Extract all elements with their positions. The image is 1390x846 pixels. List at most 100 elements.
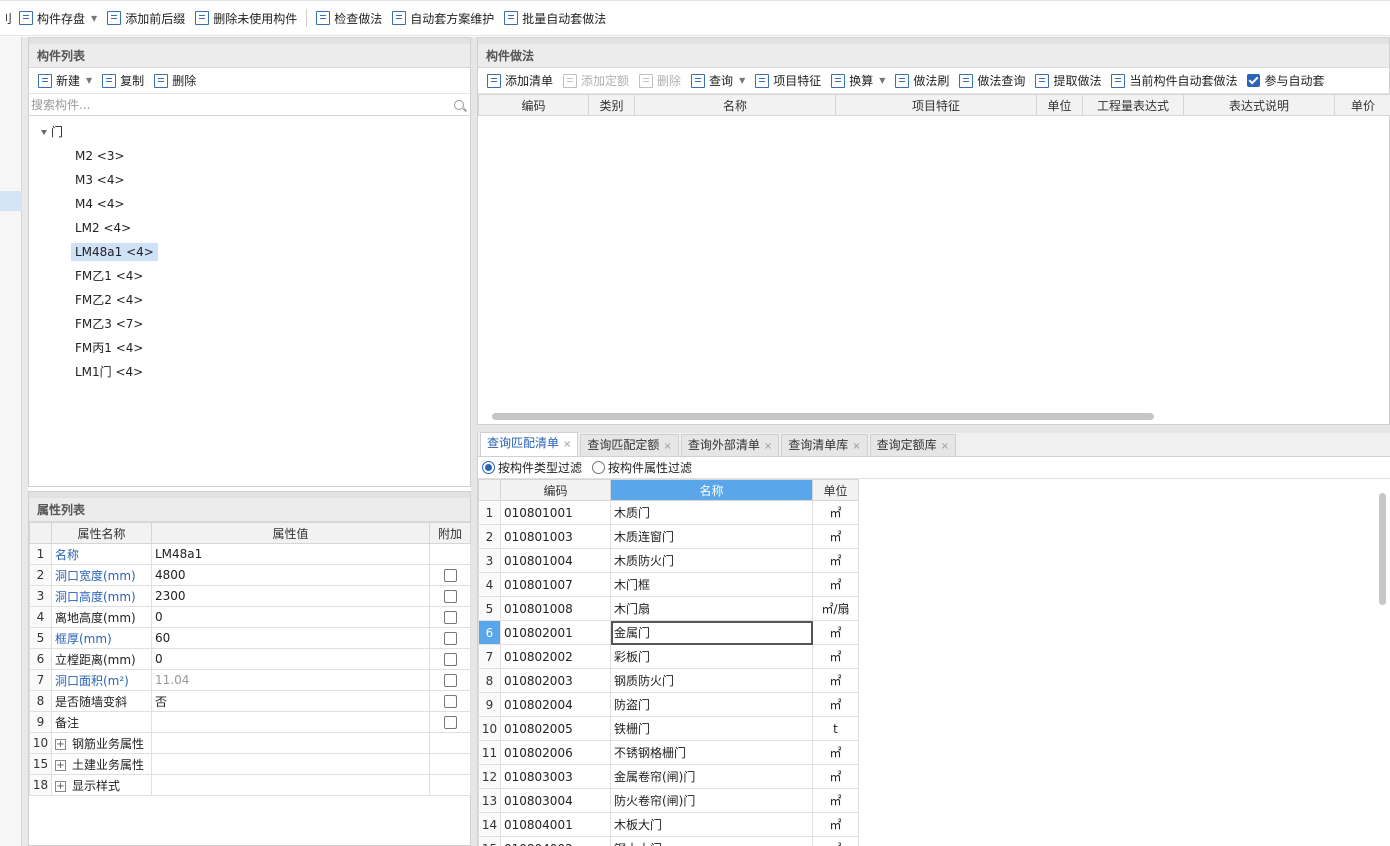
query-row[interactable]: 7 010802002 彩板门㎡ xyxy=(478,644,859,669)
property-row[interactable]: 10 + 钢筋业务属性 xyxy=(29,732,471,754)
current-auto-button[interactable]: 当前构件自动套做法 xyxy=(1106,69,1242,93)
filter-by-attribute[interactable]: 按构件属性过滤 xyxy=(592,459,692,476)
col-feature[interactable]: 项目特征 xyxy=(835,94,1037,116)
left-nav-selected[interactable] xyxy=(0,191,22,211)
col-expression-desc[interactable]: 表达式说明 xyxy=(1183,94,1335,116)
query-row[interactable]: 8 010802003 钢质防火门㎡ xyxy=(478,668,859,693)
feature-button[interactable]: 项目特征 xyxy=(750,69,826,93)
query-name[interactable]: 木门扇 xyxy=(610,596,813,621)
tree-item[interactable]: M3 <4> xyxy=(29,168,470,192)
query-row[interactable]: 15010804002钢木大门㎡ xyxy=(478,836,859,846)
query-name[interactable]: 金属卷帘(闸)门 xyxy=(610,764,813,789)
property-row[interactable]: 18 + 显示样式 xyxy=(29,774,471,796)
component-search-input[interactable]: 搜索构件... xyxy=(29,94,470,116)
query-row[interactable]: 3 010801004 木质防火门㎡ xyxy=(478,548,859,573)
query-code[interactable]: 010801007 xyxy=(500,572,611,597)
horizontal-scrollbar[interactable] xyxy=(492,413,1154,420)
attach-checkbox[interactable] xyxy=(443,674,457,687)
query-row[interactable]: 12 010803003 金属卷帘(闸)门㎡ xyxy=(478,764,859,789)
close-icon[interactable]: × xyxy=(852,441,860,452)
tree-item[interactable]: FM乙3 <7> xyxy=(29,312,470,336)
close-icon[interactable]: × xyxy=(663,441,671,452)
query-name[interactable]: 金属门 xyxy=(610,620,813,645)
property-row[interactable]: 5 框厚(mm) 60 xyxy=(29,627,471,649)
horizontal-splitter[interactable] xyxy=(477,425,1390,433)
query-unit[interactable]: ㎡ xyxy=(812,548,859,573)
property-value[interactable] xyxy=(151,774,430,796)
q-col-name[interactable]: 名称 xyxy=(610,479,813,501)
query-name[interactable]: 不锈钢格栅门 xyxy=(610,740,813,765)
close-icon[interactable]: × xyxy=(563,439,571,450)
col-expression[interactable]: 工程量表达式 xyxy=(1082,94,1184,116)
property-row[interactable]: 7 洞口面积(m²) 11.04 xyxy=(29,669,471,691)
left-navigation-strip[interactable] xyxy=(0,37,22,846)
property-row[interactable]: 6 立樘距离(mm) 0 xyxy=(29,648,471,670)
close-icon[interactable]: × xyxy=(764,441,772,452)
property-value[interactable]: 60 xyxy=(151,627,430,649)
property-name-cell[interactable]: 框厚(mm) xyxy=(51,627,152,649)
property-row[interactable]: 3 洞口高度(mm) 2300 xyxy=(29,585,471,607)
property-name-cell[interactable]: 离地高度(mm) xyxy=(51,606,152,628)
query-button[interactable]: 查询 ▼ xyxy=(686,69,750,93)
property-value[interactable] xyxy=(151,732,430,754)
query-unit[interactable]: ㎡ xyxy=(812,812,859,837)
query-unit[interactable]: ㎡ xyxy=(812,764,859,789)
property-row[interactable]: 4 离地高度(mm) 0 xyxy=(29,606,471,628)
attach-checkbox[interactable] xyxy=(443,611,457,624)
query-row[interactable]: 9 010802004 防盗门㎡ xyxy=(478,692,859,717)
property-name-cell[interactable]: 立樘距离(mm) xyxy=(51,648,152,670)
tree-item[interactable]: FM丙1 <4> xyxy=(29,336,470,360)
query-code[interactable]: 010804001 xyxy=(500,812,611,837)
col-code[interactable]: 编码 xyxy=(478,94,589,116)
add-prefix-button[interactable]: 添加前后缀 xyxy=(102,6,190,30)
query-code[interactable]: 010801004 xyxy=(500,548,611,573)
property-value[interactable]: 0 xyxy=(151,648,430,670)
query-row[interactable]: 5 010801008 木门扇 ㎡/扇 xyxy=(478,596,859,621)
query-code[interactable]: 010803004 xyxy=(500,788,611,813)
add-list-button[interactable]: 添加清单 xyxy=(482,69,558,93)
query-unit[interactable]: ㎡ xyxy=(812,620,859,645)
col-name[interactable]: 名称 xyxy=(634,94,836,116)
property-value[interactable]: LM48a1 xyxy=(151,543,430,565)
query-unit[interactable]: ㎡ xyxy=(812,740,859,765)
auto-scheme-button[interactable]: 自动套方案维护 xyxy=(387,6,499,30)
query-name[interactable]: 铁栅门 xyxy=(610,716,813,741)
query-code[interactable]: 010801008 xyxy=(500,596,611,621)
query-code[interactable]: 010802003 xyxy=(500,668,611,693)
query-code[interactable]: 010801001 xyxy=(500,500,611,525)
property-row[interactable]: 9 备注 xyxy=(29,711,471,733)
col-price[interactable]: 单价 xyxy=(1334,94,1390,116)
query-name[interactable]: 钢木大门 xyxy=(610,836,813,846)
query-code[interactable]: 010802002 xyxy=(500,644,611,669)
property-name-cell[interactable]: 备注 xyxy=(51,711,152,733)
attach-checkbox[interactable] xyxy=(443,569,457,582)
query-unit[interactable]: ㎡ xyxy=(812,836,859,846)
query-name[interactable]: 木板大门 xyxy=(610,812,813,837)
check-method-button[interactable]: 检查做法 xyxy=(311,6,387,30)
query-tab[interactable]: 查询定额库 × xyxy=(869,434,957,456)
query-code[interactable]: 010802006 xyxy=(500,740,611,765)
query-code[interactable]: 010802001 xyxy=(500,620,611,645)
brush-button[interactable]: 做法刷 xyxy=(890,69,954,93)
attach-checkbox[interactable] xyxy=(443,716,457,729)
delete-unused-button[interactable]: 删除未使用构件 xyxy=(190,6,302,30)
query-unit[interactable]: ㎡ xyxy=(812,692,859,717)
close-icon[interactable]: × xyxy=(941,441,949,452)
expand-plus-icon[interactable]: + xyxy=(55,738,66,750)
extract-button[interactable]: 提取做法 xyxy=(1030,69,1106,93)
query-unit[interactable]: ㎡/扇 xyxy=(812,596,859,621)
query-code[interactable]: 010802004 xyxy=(500,692,611,717)
attach-checkbox[interactable] xyxy=(443,632,457,645)
expand-plus-icon[interactable]: + xyxy=(55,759,66,771)
vertical-scrollbar[interactable] xyxy=(1379,493,1386,605)
property-value[interactable] xyxy=(151,753,430,775)
property-row[interactable]: 2 洞口宽度(mm) 4800 xyxy=(29,564,471,586)
query-name[interactable]: 钢质防火门 xyxy=(610,668,813,693)
query-row[interactable]: 11 010802006 不锈钢格栅门㎡ xyxy=(478,740,859,765)
query-row[interactable]: 13 010803004 防火卷帘(闸)门㎡ xyxy=(478,788,859,813)
query-unit[interactable]: ㎡ xyxy=(812,572,859,597)
property-name-cell[interactable]: 是否随墙变斜 xyxy=(51,690,152,712)
query-tab[interactable]: 查询清单库 × xyxy=(781,434,868,456)
property-value[interactable]: 0 xyxy=(151,606,430,628)
query-unit[interactable]: ㎡ xyxy=(812,500,859,525)
